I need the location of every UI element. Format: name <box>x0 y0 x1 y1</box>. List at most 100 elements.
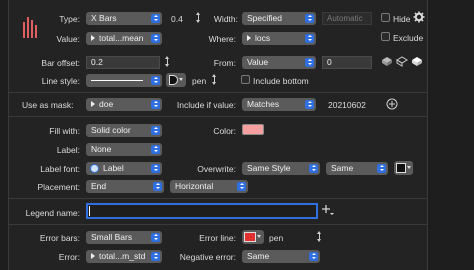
include-if-value-label: Include if value: <box>176 100 236 110</box>
overwrite-label: Overwrite: <box>197 164 236 174</box>
include-if-popup[interactable]: Matches <box>242 98 316 111</box>
where-value: locs <box>255 33 271 43</box>
error-bars-value: Small Bars <box>91 232 133 242</box>
divider <box>9 116 427 117</box>
triangle-icon <box>247 35 251 41</box>
bar-offset-label: Bar offset: <box>41 58 80 68</box>
orientation-value: Horizontal <box>175 181 214 191</box>
chevron-down-icon <box>179 78 183 81</box>
line-cap-popup[interactable] <box>166 73 186 87</box>
same-value: Same <box>331 163 354 173</box>
from-popup[interactable]: Value <box>242 56 316 69</box>
color-label: Color: <box>213 126 236 136</box>
bar-style-2-icon[interactable] <box>396 56 408 67</box>
pen-size-stepper[interactable] <box>211 74 217 86</box>
add-circle-icon[interactable] <box>386 98 398 110</box>
popup-stepper-icon <box>151 164 160 173</box>
popup-stepper-icon <box>153 182 162 191</box>
placement-label: Placement: <box>37 182 80 192</box>
label-popup[interactable]: None <box>86 143 162 156</box>
line-cap-icon <box>169 75 178 85</box>
error-bars-label: Error bars: <box>39 233 80 243</box>
placement-value: End <box>91 181 107 191</box>
bar-offset-stepper[interactable] <box>164 56 170 68</box>
legend-name-input[interactable] <box>86 203 318 219</box>
error-line-label: Error line: <box>199 233 236 243</box>
chevron-down-icon <box>407 166 411 169</box>
width-popup[interactable]: Specified <box>242 12 316 25</box>
type-popup[interactable]: X Bars <box>86 12 162 25</box>
bar-width-number: 0.4 <box>171 14 183 24</box>
popup-stepper-icon <box>151 76 160 85</box>
label-label: Label: <box>56 145 80 155</box>
error-value: total...m_std <box>99 251 146 261</box>
popup-stepper-icon <box>151 145 160 154</box>
error-popup[interactable]: total...m_std <box>86 250 162 263</box>
font-icon <box>90 164 99 173</box>
include-bottom-checkbox[interactable] <box>241 75 250 84</box>
popup-stepper-icon <box>151 233 160 242</box>
from-value: Value <box>247 57 269 67</box>
placement-popup[interactable]: End <box>86 180 164 193</box>
error-color-popup[interactable] <box>242 230 264 244</box>
where-popup[interactable]: locs <box>242 32 316 45</box>
exclude-checkbox[interactable] <box>381 32 390 41</box>
label-font-popup[interactable]: Label <box>86 162 162 175</box>
match-text[interactable]: 20210602 <box>328 100 366 110</box>
value-value: total...mean <box>99 33 144 43</box>
solid-line-icon <box>91 80 143 81</box>
bar-width-stepper[interactable] <box>195 12 201 24</box>
negative-error-popup[interactable]: Same <box>242 250 320 263</box>
fill-with-label: Fill with: <box>49 126 80 136</box>
use-as-mask-label: Use as mask: <box>22 100 74 110</box>
popup-stepper-icon <box>151 126 160 135</box>
bar-style-1-icon[interactable] <box>381 56 393 67</box>
error-pen-stepper[interactable] <box>316 231 322 243</box>
automatic-width-field[interactable]: Automatic <box>322 12 372 25</box>
error-bars-popup[interactable]: Small Bars <box>86 231 162 244</box>
fill-color-swatch[interactable] <box>242 124 264 135</box>
add-menu-icon[interactable] <box>322 204 334 216</box>
popup-stepper-icon <box>151 34 160 43</box>
label-style-popup[interactable] <box>394 161 413 175</box>
mask-value: doe <box>99 99 114 109</box>
overwrite-popup[interactable]: Same Style <box>242 162 320 175</box>
where-label: Where: <box>208 34 236 44</box>
triangle-icon <box>91 35 95 41</box>
from-number-field[interactable]: 0 <box>322 56 372 69</box>
same-popup[interactable]: Same <box>326 162 388 175</box>
mask-popup[interactable]: doe <box>86 98 162 111</box>
line-pen-value: pen <box>192 76 207 86</box>
type-value: X Bars <box>91 13 117 23</box>
line-style-label: Line style: <box>41 76 80 86</box>
popup-stepper-icon <box>305 34 314 43</box>
divider <box>9 224 427 225</box>
popup-stepper-icon <box>305 58 314 67</box>
bar-style-3-icon[interactable] <box>411 56 423 67</box>
exclude-label: Exclude <box>393 33 424 43</box>
fill-popup[interactable]: Solid color <box>86 124 162 137</box>
label-font-label: Label font: <box>40 164 80 174</box>
popup-stepper-icon <box>377 164 386 173</box>
triangle-icon <box>91 253 95 259</box>
width-value: Specified <box>247 13 282 23</box>
text-cursor <box>89 206 90 216</box>
line-style-popup[interactable] <box>86 74 162 87</box>
hide-label: Hide <box>393 14 411 24</box>
error-label: Error: <box>58 252 80 262</box>
error-color-swatch <box>244 232 256 242</box>
popup-stepper-icon <box>151 252 160 261</box>
hide-checkbox[interactable] <box>381 13 390 22</box>
value-popup[interactable]: total...mean <box>86 32 162 45</box>
include-bottom-label: Include bottom <box>253 76 309 86</box>
width-label: Width: <box>213 14 238 24</box>
popup-stepper-icon <box>309 252 318 261</box>
triangle-icon <box>91 101 95 107</box>
orientation-popup[interactable]: Horizontal <box>170 180 248 193</box>
divider <box>9 198 427 199</box>
popup-stepper-icon <box>151 14 160 23</box>
bar-offset-field[interactable]: 0.2 <box>86 56 160 69</box>
fill-value: Solid color <box>91 125 131 135</box>
gear-icon[interactable] <box>413 11 425 23</box>
popup-stepper-icon <box>151 100 160 109</box>
